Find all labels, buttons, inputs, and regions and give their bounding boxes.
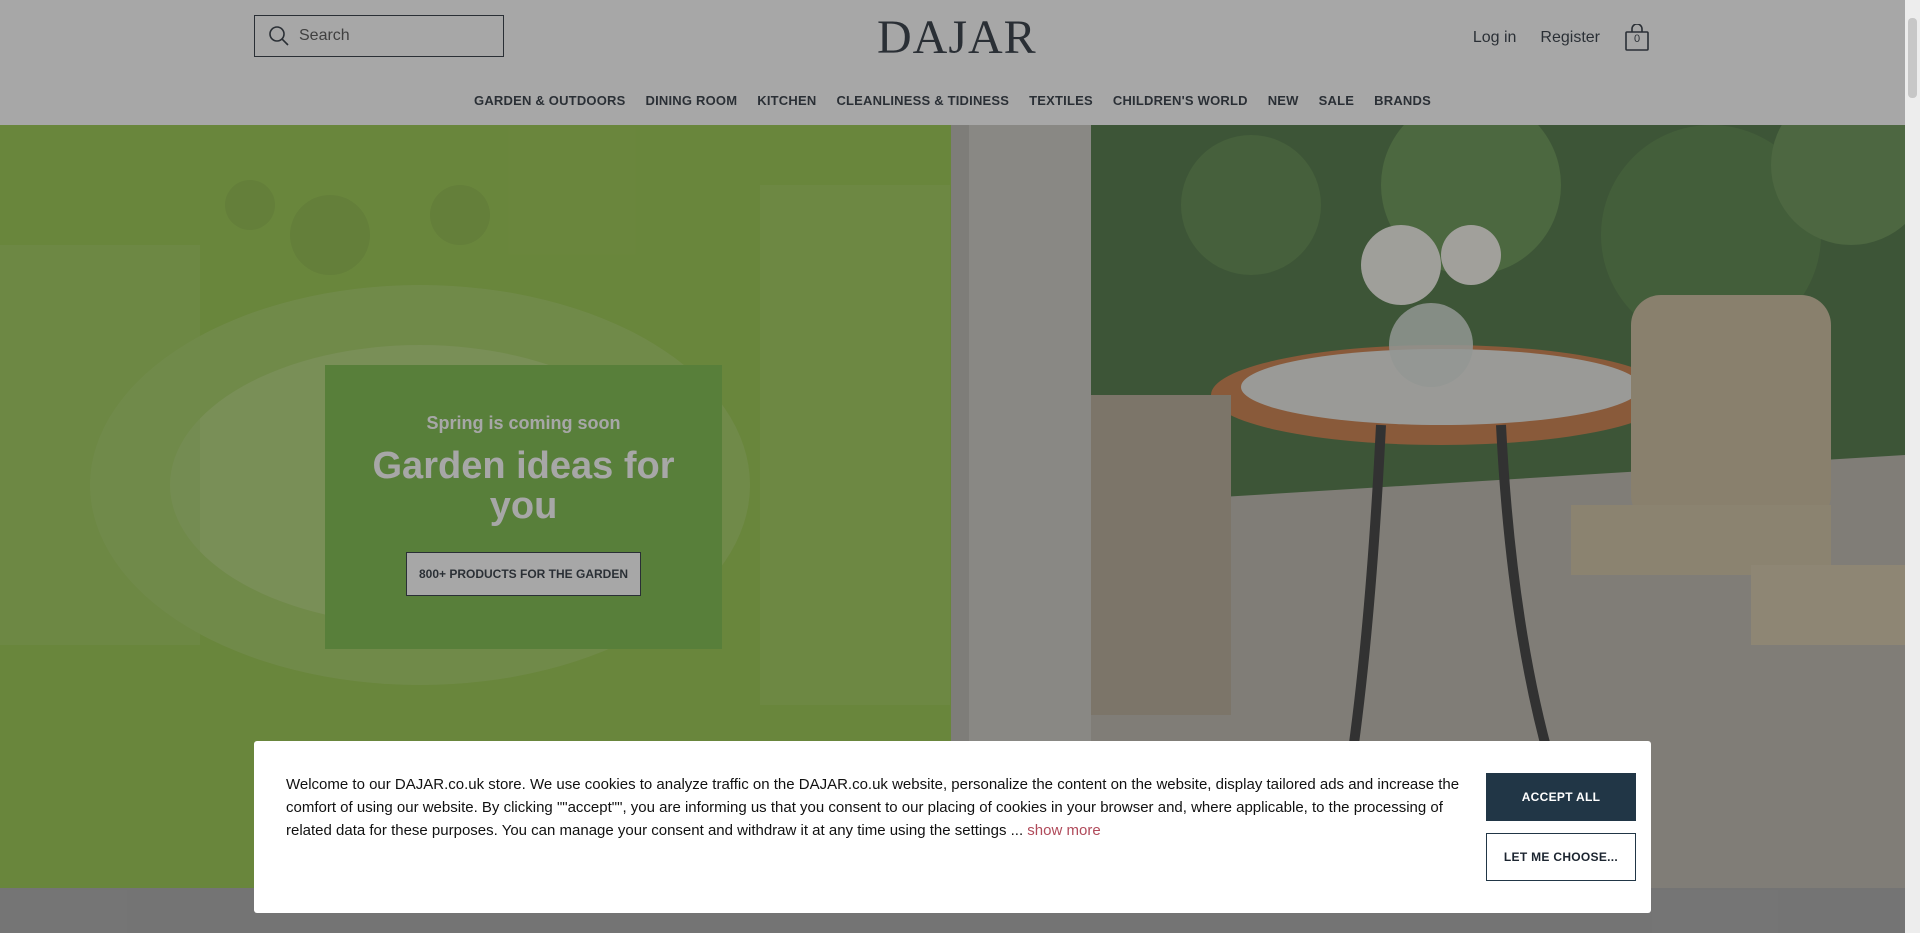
show-more-link[interactable]: show more (1027, 822, 1100, 839)
scrollbar-thumb[interactable] (1908, 18, 1917, 98)
page-scrollbar[interactable] (1905, 0, 1920, 933)
cookie-text: Welcome to our DAJAR.co.uk store. We use… (286, 776, 1460, 839)
let-me-choose-button[interactable]: LET ME CHOOSE... (1486, 833, 1636, 881)
cookie-message: Welcome to our DAJAR.co.uk store. We use… (286, 773, 1471, 842)
accept-all-button[interactable]: ACCEPT ALL (1486, 773, 1636, 821)
cookie-consent-banner: Welcome to our DAJAR.co.uk store. We use… (254, 741, 1651, 913)
